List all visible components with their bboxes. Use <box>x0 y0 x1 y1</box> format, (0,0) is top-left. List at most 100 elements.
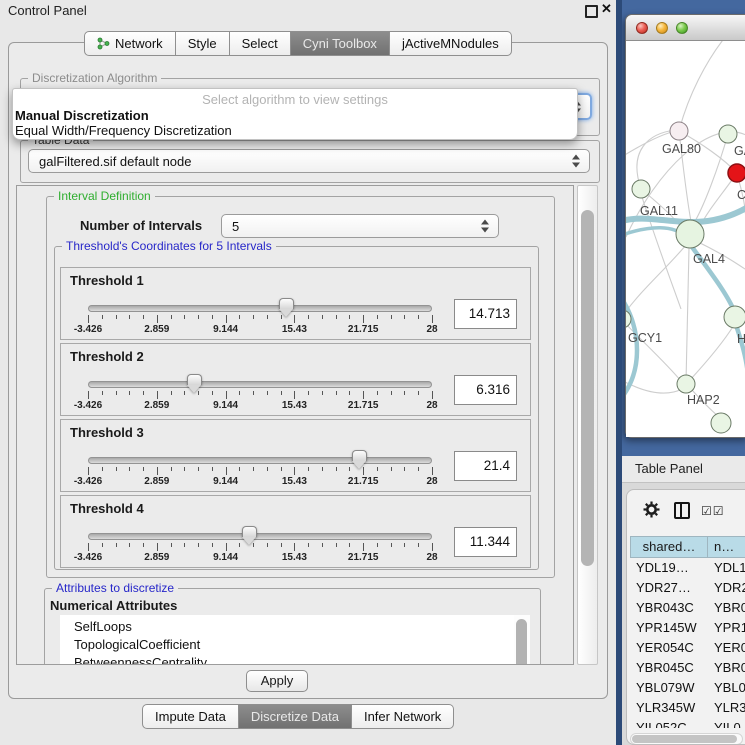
table-data-combo[interactable]: galFiltered.sif default node <box>28 149 590 173</box>
node-red-selected[interactable] <box>728 164 745 182</box>
table-row[interactable]: YBR045CYBR0 <box>630 658 745 678</box>
column-header-shared[interactable]: shared… <box>630 536 708 558</box>
settings-scrollbar[interactable] <box>577 185 598 665</box>
attributes-list-scrollbar[interactable] <box>514 615 530 665</box>
tab-infer-network[interactable]: Infer Network <box>352 704 454 729</box>
tab-impute-data-label: Impute Data <box>155 705 226 728</box>
threshold-2-value-field[interactable]: 6.316 <box>454 375 517 405</box>
scrollbar-thumb[interactable] <box>516 619 527 665</box>
label-ga-partial: GA <box>734 144 745 158</box>
slider-ticks <box>88 391 432 400</box>
list-item[interactable]: TopologicalCoefficient <box>60 636 514 654</box>
table-header-row: shared… n… <box>630 536 745 558</box>
tab-discretize-data[interactable]: Discretize Data <box>239 704 352 729</box>
network-nodes[interactable] <box>626 122 745 433</box>
tab-cyni-toolbox[interactable]: Cyni Toolbox <box>291 31 390 56</box>
close-icon[interactable]: ✕ <box>601 1 612 17</box>
node-gal4[interactable] <box>676 220 704 248</box>
slider-thumb[interactable] <box>279 298 294 309</box>
slider-thumb[interactable] <box>187 374 202 385</box>
discretization-algorithm-group-title: Discretization Algorithm <box>28 71 161 86</box>
table-row[interactable]: YDL19…YDL1 <box>630 558 745 578</box>
cell: YDL1 <box>708 558 745 578</box>
popup-item-manual-discretization[interactable]: Manual Discretization <box>13 108 577 123</box>
network-window-titlebar[interactable] <box>626 15 745 41</box>
slider-ticks <box>88 315 432 324</box>
threshold-1-value-field[interactable]: 14.713 <box>454 299 517 329</box>
slider-track[interactable] <box>88 533 432 540</box>
close-traffic-light-icon[interactable] <box>636 22 648 34</box>
slider-tick-labels: -3.4262.8599.14415.4321.71528 <box>88 552 432 564</box>
right-region: GAL80 GA C GAL11 GAL4 H GCY1 HAP2 Table … <box>622 0 745 745</box>
threshold-3-slider[interactable]: -3.4262.8599.14415.4321.71528 <box>88 450 432 490</box>
slider-thumb[interactable] <box>242 526 257 537</box>
tab-network[interactable]: Network <box>84 31 176 56</box>
cell: YBR043C <box>630 598 708 618</box>
bottom-tab-bar: Impute Data Discretize Data Infer Networ… <box>142 704 454 729</box>
slider-ticks <box>88 467 432 476</box>
apply-button[interactable]: Apply <box>246 670 308 692</box>
table-row[interactable]: YPR145WYPR1 <box>630 618 745 638</box>
tab-style[interactable]: Style <box>176 31 230 56</box>
threshold-1-panel: Threshold 1 -3.4262.8599.14415.4321.7152… <box>60 267 531 340</box>
split-table-icon[interactable] <box>674 502 690 519</box>
cell: YDR27… <box>630 578 708 598</box>
number-of-intervals-combo[interactable]: 5 <box>221 214 499 238</box>
settings-scroll-viewport: Interval Definition Number of Intervals … <box>16 185 574 665</box>
scrollbar-thumb[interactable] <box>632 735 737 743</box>
network-window[interactable]: GAL80 GA C GAL11 GAL4 H GCY1 HAP2 <box>625 14 745 438</box>
slider-track[interactable] <box>88 305 432 312</box>
float-window-icon[interactable] <box>585 5 598 18</box>
threshold-1-slider[interactable]: -3.4262.8599.14415.4321.71528 <box>88 298 432 338</box>
combo-arrows-icon <box>481 220 490 233</box>
threshold-3-value-field[interactable]: 21.4 <box>454 451 517 481</box>
table-row[interactable]: YIL052CYIL0 <box>630 718 745 728</box>
node-bottom-partial[interactable] <box>711 413 731 433</box>
threshold-3-panel: Threshold 3 -3.4262.8599.14415.4321.7152… <box>60 419 531 492</box>
column-header-name[interactable]: n… <box>708 536 745 558</box>
cell: YPR1 <box>708 618 745 638</box>
cell: YBR0 <box>708 598 745 618</box>
tab-select[interactable]: Select <box>230 31 291 56</box>
tab-impute-data[interactable]: Impute Data <box>142 704 239 729</box>
node-hap2[interactable] <box>677 375 695 393</box>
table-row[interactable]: YBR043CYBR0 <box>630 598 745 618</box>
tab-discretize-data-label: Discretize Data <box>251 705 339 728</box>
threshold-coordinates-group: Threshold's Coordinates for 5 Intervals … <box>54 246 539 570</box>
gear-icon[interactable] <box>643 501 660 518</box>
cell: YIL052C <box>630 718 708 728</box>
tab-style-label: Style <box>188 32 217 55</box>
tab-jactivemnodules[interactable]: jActiveMNodules <box>390 31 512 56</box>
threshold-4-label: Threshold 4 <box>70 501 144 516</box>
cell: YBR045C <box>630 658 708 678</box>
slider-tick-labels: -3.4262.8599.14415.4321.71528 <box>88 476 432 488</box>
threshold-2-panel: Threshold 2 -3.4262.8599.14415.4321.7152… <box>60 343 531 416</box>
slider-thumb[interactable] <box>352 450 367 461</box>
node-gal11[interactable] <box>632 180 650 198</box>
scrollbar-thumb[interactable] <box>581 210 594 566</box>
table-horizontal-scrollbar[interactable] <box>630 733 743 745</box>
node-top-right[interactable] <box>719 125 737 143</box>
threshold-4-value-field[interactable]: 11.344 <box>454 527 517 557</box>
list-item[interactable]: SelfLoops <box>60 615 514 636</box>
network-canvas[interactable]: GAL80 GA C GAL11 GAL4 H GCY1 HAP2 <box>626 41 745 437</box>
slider-tick-labels: -3.4262.8599.14415.4321.71528 <box>88 400 432 412</box>
zoom-traffic-light-icon[interactable] <box>676 22 688 34</box>
node-gal80[interactable] <box>670 122 688 140</box>
numerical-attributes-list[interactable]: SelfLoops TopologicalCoefficient Between… <box>60 615 514 665</box>
node-right[interactable] <box>724 306 745 328</box>
slider-track[interactable] <box>88 457 432 464</box>
table-row[interactable]: YER054CYER0 <box>630 638 745 658</box>
list-item[interactable]: BetweennessCentrality <box>60 654 514 665</box>
table-panel-region: Table Panel ☑☑ shared… n… YDL19…YDL1 <box>622 456 745 745</box>
column-checkboxes-icon[interactable]: ☑☑ <box>701 504 725 518</box>
table-row[interactable]: YLR345WYLR3 <box>630 698 745 718</box>
minimize-traffic-light-icon[interactable] <box>656 22 668 34</box>
threshold-4-slider[interactable]: -3.4262.8599.14415.4321.71528 <box>88 526 432 566</box>
table-panel-title: Table Panel <box>622 456 745 483</box>
table-row[interactable]: YDR27…YDR2 <box>630 578 745 598</box>
popup-item-equal-width[interactable]: Equal Width/Frequency Discretization <box>13 123 577 138</box>
slider-track[interactable] <box>88 381 432 388</box>
threshold-2-slider[interactable]: -3.4262.8599.14415.4321.71528 <box>88 374 432 414</box>
table-row[interactable]: YBL079WYBL0 <box>630 678 745 698</box>
